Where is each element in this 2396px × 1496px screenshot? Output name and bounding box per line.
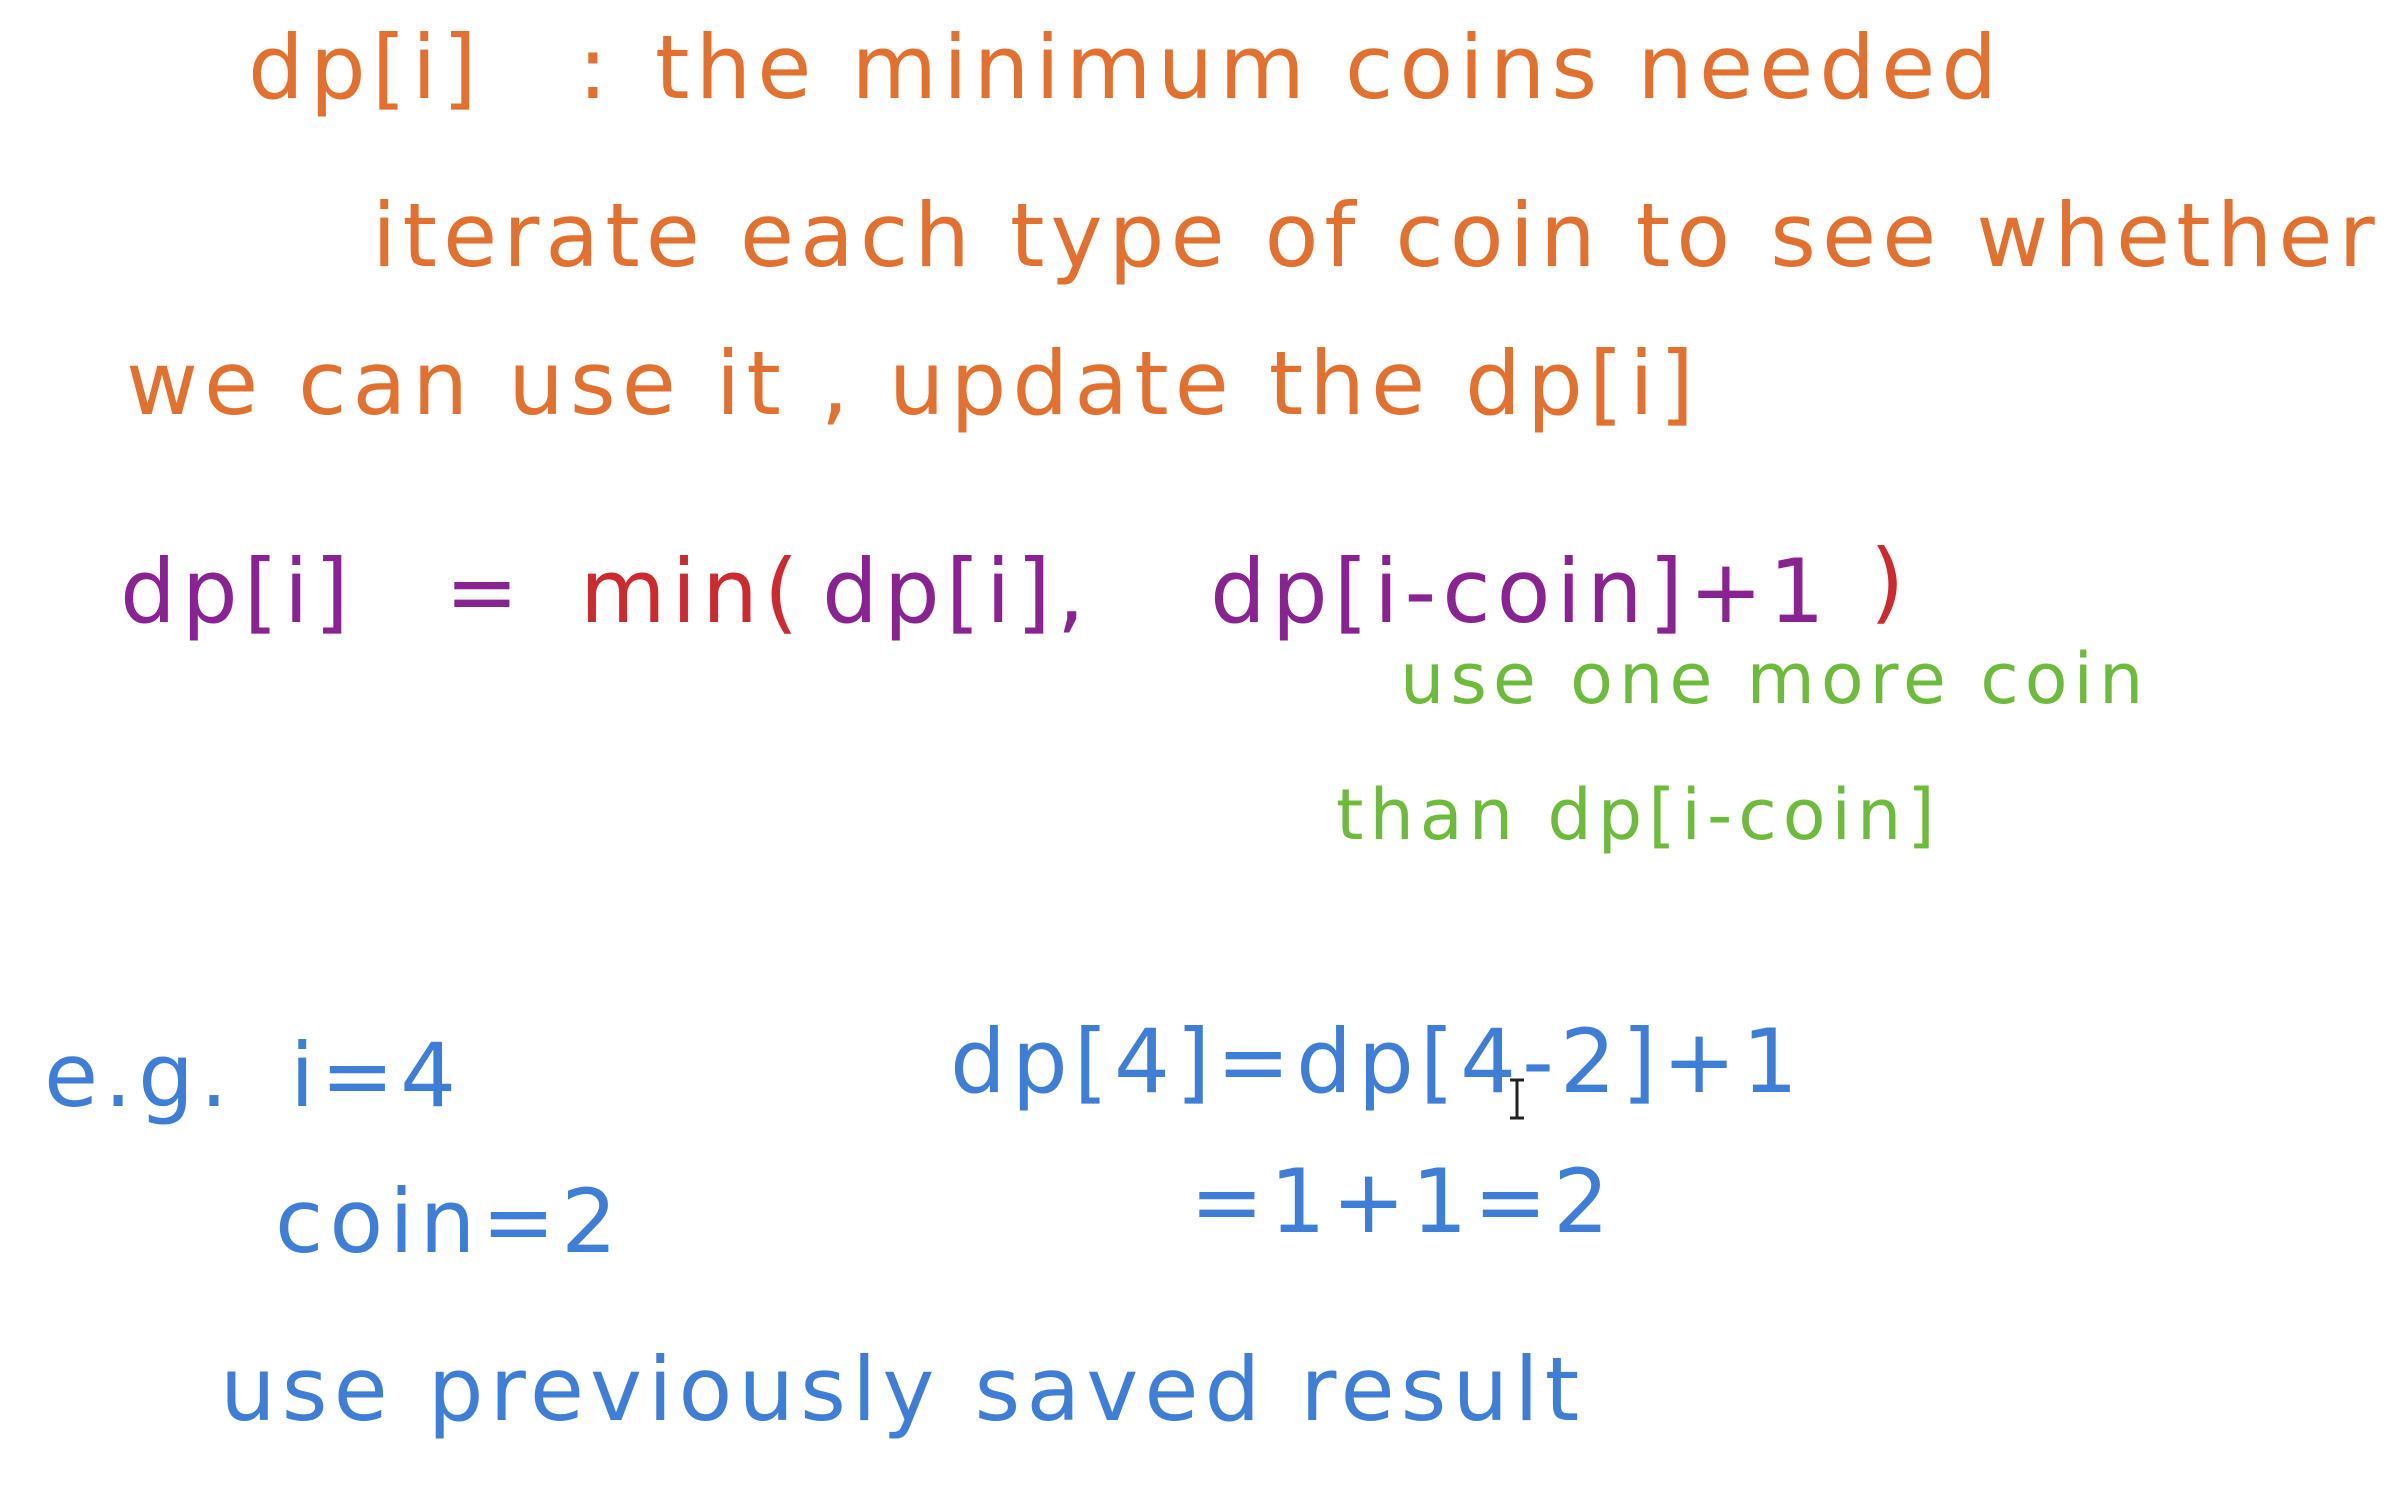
formula-min: min(: [580, 540, 805, 643]
definition-meaning: the minimum coins needed: [655, 16, 2004, 119]
example-conclusion: use previously saved result: [220, 1338, 1586, 1441]
example-coin-value: coin=2: [275, 1170, 624, 1273]
example-calc-2: =1+1=2: [1190, 1150, 1616, 1253]
text-cursor-icon: [1508, 1078, 1526, 1120]
annotation-line-2: than dp[i-coin]: [1336, 774, 1941, 856]
formula-close: ): [1870, 530, 1911, 633]
example-i-value: i=4: [290, 1024, 463, 1127]
definition-separator: :: [578, 16, 614, 119]
iterate-line-1: iterate each type of coin to see whether: [372, 184, 2381, 287]
example-calc-1: dp[4]=dp[4-2]+1: [950, 1010, 1804, 1113]
whiteboard-canvas: dp[i] : the minimum coins needed iterate…: [0, 0, 2396, 1496]
iterate-line-2: we can use it , update the dp[i]: [126, 332, 1701, 435]
annotation-line-1: use one more coin: [1400, 638, 2150, 720]
formula-lhs: dp[i]: [120, 540, 355, 643]
formula-arg2: dp[i-coin]+1: [1210, 540, 1831, 643]
formula-equals: =: [445, 540, 525, 643]
example-prefix: e.g.: [44, 1024, 234, 1127]
formula-arg1: dp[i],: [822, 540, 1091, 643]
definition-term: dp[i]: [248, 16, 483, 119]
